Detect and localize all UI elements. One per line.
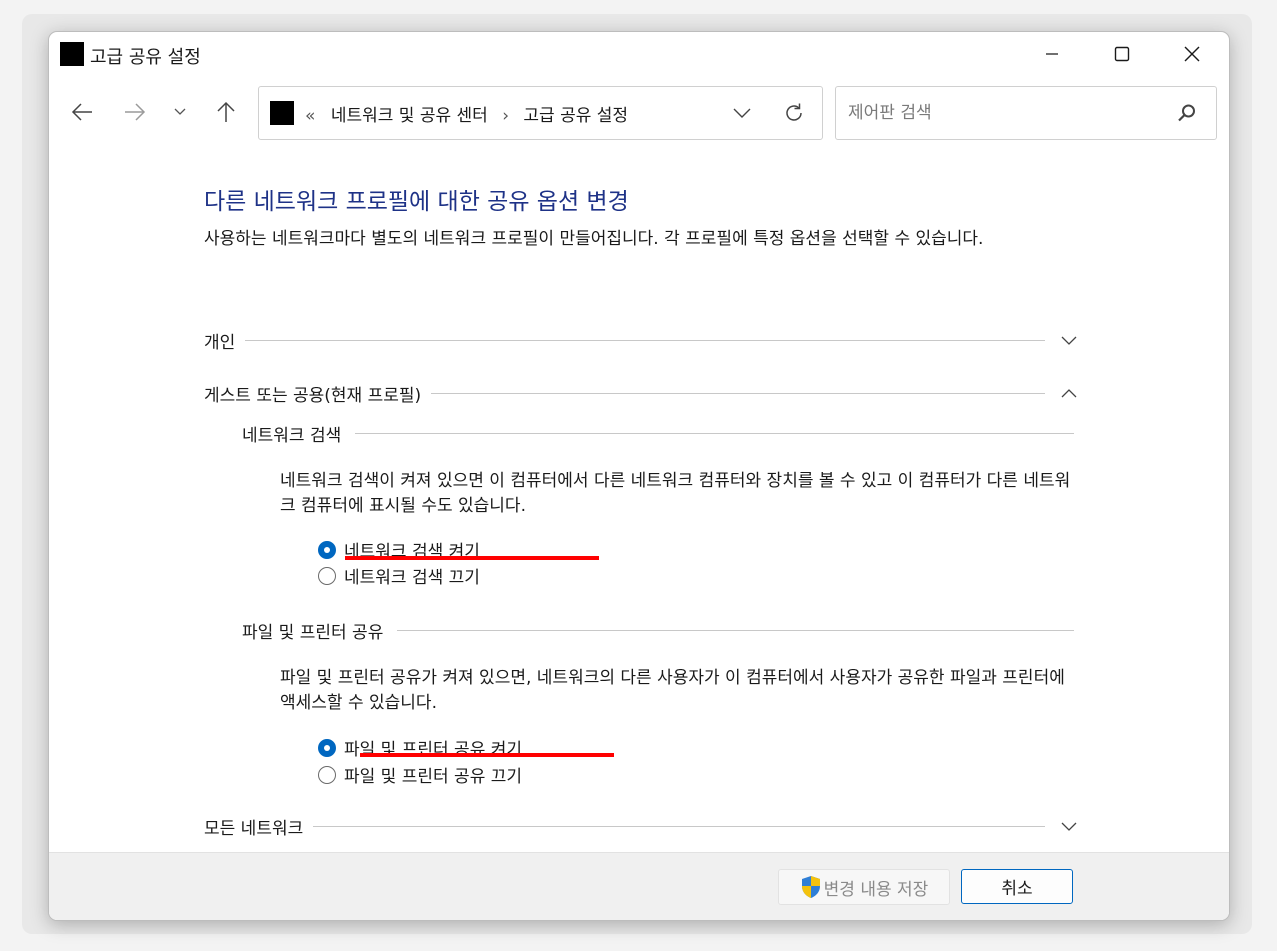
close-button[interactable] <box>1157 32 1227 76</box>
radio-unselected-indicator[interactable] <box>318 566 336 585</box>
chevron-down-icon <box>174 108 186 115</box>
page-title: 다른 네트워크 프로필에 대한 공유 옵션 변경 <box>204 189 629 215</box>
network-discovery-description: 네트워크 검색이 켜져 있으면 이 컴퓨터에서 다른 네트워크 컴퓨터와 장치를… <box>280 471 1071 516</box>
back-button[interactable] <box>64 92 100 132</box>
section-all-networks[interactable]: 모든 네트워크 <box>204 814 1089 839</box>
radio-network-discovery-off[interactable]: 네트워크 검색 끄기 <box>318 563 480 588</box>
radio-label: 네트워크 검색 끄기 <box>344 568 480 588</box>
section-private[interactable]: 개인 <box>204 328 1089 353</box>
page-description: 사용하는 네트워크마다 별도의 네트워크 프로필이 만들어집니다. 각 프로필에… <box>204 229 984 249</box>
minimize-icon <box>1046 53 1058 55</box>
refresh-button[interactable] <box>777 97 811 129</box>
arrow-left-icon <box>71 103 92 121</box>
control-panel-icon <box>270 101 294 125</box>
section-guest-label: 게스트 또는 공용(현재 프로필) <box>204 386 422 406</box>
app-icon <box>60 42 84 66</box>
red-annotation-underline <box>345 556 599 560</box>
chevron-down-icon[interactable] <box>1049 329 1089 353</box>
subsection-network-discovery: 네트워크 검색 <box>242 421 1074 446</box>
close-icon <box>1184 46 1200 62</box>
save-button-label: 변경 내용 저장 <box>823 879 929 900</box>
breadcrumb-advanced-sharing[interactable]: 고급 공유 설정 <box>523 106 628 126</box>
section-private-label: 개인 <box>204 333 236 353</box>
search-box[interactable] <box>835 86 1217 140</box>
file-sharing-description: 파일 및 프린터 공유가 켜져 있으면, 네트워크의 다른 사용자가 이 컴퓨터… <box>280 668 1065 713</box>
address-bar[interactable]: « 네트워크 및 공유 센터 › 고급 공유 설정 <box>258 86 823 140</box>
red-annotation-underline <box>360 753 614 757</box>
refresh-icon <box>786 103 802 121</box>
divider <box>245 340 1045 341</box>
uac-shield-icon <box>801 876 820 898</box>
section-all-label: 모든 네트워크 <box>204 819 304 839</box>
navigation-bar: « 네트워크 및 공유 센터 › 고급 공유 설정 <box>49 84 1229 140</box>
radio-unselected-indicator[interactable] <box>318 765 336 784</box>
search-icon[interactable] <box>1176 102 1198 124</box>
address-history-button[interactable] <box>726 97 758 129</box>
divider <box>355 433 1074 434</box>
divider <box>313 826 1045 827</box>
maximize-button[interactable] <box>1087 32 1157 76</box>
up-button[interactable] <box>208 92 244 132</box>
forward-button[interactable] <box>117 92 153 132</box>
cancel-button[interactable]: 취소 <box>961 869 1073 904</box>
section-guest-public[interactable]: 게스트 또는 공용(현재 프로필) <box>204 381 1089 406</box>
search-input[interactable] <box>848 100 1158 126</box>
arrow-right-icon <box>125 103 146 121</box>
dialog-footer: 변경 내용 저장 취소 <box>49 852 1229 920</box>
radio-selected-indicator[interactable] <box>318 540 336 559</box>
file-sharing-label: 파일 및 프린터 공유 <box>242 623 384 643</box>
title-bar: 고급 공유 설정 <box>49 32 1229 76</box>
chevron-down-icon <box>733 108 751 118</box>
breadcrumb-network-center[interactable]: 네트워크 및 공유 센터 <box>331 106 488 126</box>
cancel-button-label: 취소 <box>1001 879 1033 899</box>
radio-file-sharing-off[interactable]: 파일 및 프린터 공유 끄기 <box>318 762 522 787</box>
breadcrumb: « 네트워크 및 공유 센터 › 고급 공유 설정 <box>305 101 628 126</box>
recent-locations-button[interactable] <box>162 92 198 132</box>
network-discovery-label: 네트워크 검색 <box>242 426 342 446</box>
divider <box>397 630 1074 631</box>
radio-label: 파일 및 프린터 공유 끄기 <box>344 767 523 787</box>
minimize-button[interactable] <box>1017 32 1087 76</box>
subsection-file-printer-sharing: 파일 및 프린터 공유 <box>242 618 1074 643</box>
chevron-up-icon[interactable] <box>1049 382 1089 406</box>
arrow-up-icon <box>217 101 235 122</box>
save-changes-button[interactable]: 변경 내용 저장 <box>778 869 950 905</box>
window-title: 고급 공유 설정 <box>90 47 201 68</box>
breadcrumb-overflow[interactable]: « <box>305 106 315 126</box>
chevron-down-icon[interactable] <box>1049 815 1089 839</box>
advanced-sharing-window: 고급 공유 설정 « 네트워크 및 공유 센터 › 고급 공유 설정 제어판 검… <box>48 31 1230 921</box>
maximize-icon <box>1114 46 1130 62</box>
radio-selected-indicator[interactable] <box>318 738 336 757</box>
breadcrumb-separator[interactable]: › <box>502 106 509 126</box>
divider <box>431 393 1045 394</box>
